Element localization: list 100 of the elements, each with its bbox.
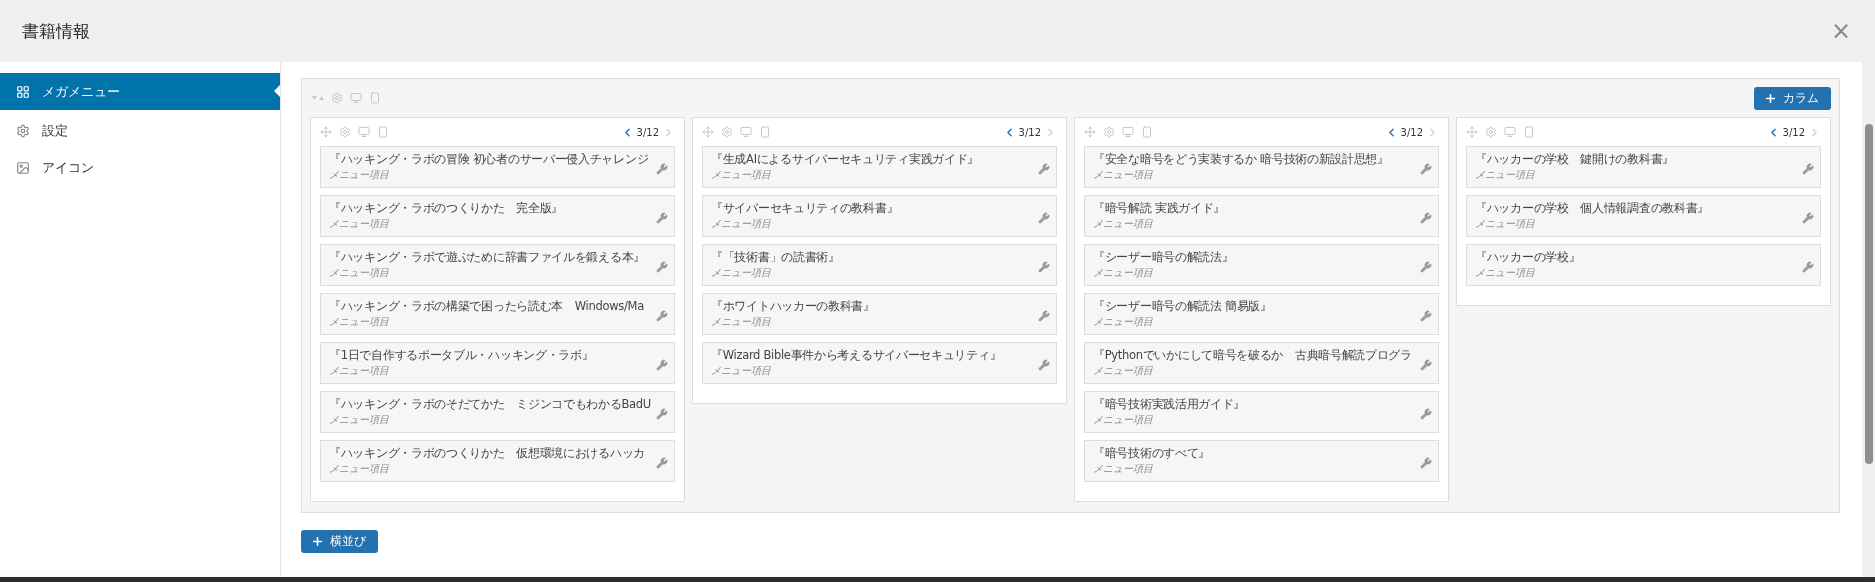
sidebar-item[interactable]: 設定 (0, 112, 280, 149)
settings-icon[interactable] (1485, 126, 1497, 138)
wrench-icon[interactable] (656, 261, 668, 273)
wrench-icon[interactable] (1420, 212, 1432, 224)
mobile-icon[interactable] (759, 126, 771, 138)
desktop-icon[interactable] (740, 126, 752, 138)
menu-item-title: 『ハッカーの学校 個人情報調査の教科書』 (1475, 200, 1709, 217)
menu-item-title: 『ハッキング・ラボで遊ぶために辞書ファイルを鍛える本』 (329, 249, 645, 266)
menu-item[interactable]: 『ハッキング・ラボのつくりかた 仮想環境におけるハッカ メニュー項目 (320, 440, 675, 482)
settings-icon[interactable] (721, 126, 733, 138)
wrench-icon[interactable] (656, 359, 668, 371)
add-row-button[interactable]: 横並び (301, 530, 378, 553)
menu-item[interactable]: 『ハッキング・ラボで遊ぶために辞書ファイルを鍛える本』 メニュー項目 (320, 244, 675, 286)
desktop-icon[interactable] (1504, 126, 1516, 138)
wrench-icon[interactable] (1420, 359, 1432, 371)
desktop-icon[interactable] (1122, 126, 1134, 138)
mobile-icon[interactable] (1141, 126, 1153, 138)
menu-item-title: 『暗号技術のすべて』 (1093, 445, 1210, 462)
plus-icon (1764, 91, 1777, 105)
wrench-icon[interactable] (656, 212, 668, 224)
wrench-icon[interactable] (1420, 310, 1432, 322)
mobile-icon[interactable] (1523, 126, 1535, 138)
menu-item-title: 『ハッキング・ラボのそだてかた ミジンコでもわかるBadU (329, 396, 651, 413)
menu-item[interactable]: 『暗号技術のすべて』 メニュー項目 (1084, 440, 1439, 482)
column-width: 3/12 (1400, 126, 1423, 138)
wrench-icon[interactable] (1038, 310, 1050, 322)
menu-item[interactable]: 『ホワイトハッカーの教科書』 メニュー項目 (702, 293, 1057, 335)
scrollbar-thumb[interactable] (1864, 124, 1873, 464)
settings-icon[interactable] (331, 92, 343, 104)
menu-item-title: 『ハッカーの学校 鍵開けの教科書』 (1475, 151, 1674, 168)
add-column-button[interactable]: カラム (1754, 86, 1831, 110)
menu-item-type: メニュー項目 (711, 266, 772, 280)
wrench-icon[interactable] (656, 408, 668, 420)
desktop-icon[interactable] (350, 92, 362, 104)
menu-item-title: 『暗号技術実践活用ガイド』 (1093, 396, 1246, 413)
column-width: 3/12 (636, 126, 659, 138)
menu-item-type: メニュー項目 (1093, 266, 1154, 280)
mobile-icon[interactable] (369, 92, 381, 104)
plus-icon (311, 535, 324, 548)
menu-item[interactable]: 『生成AIによるサイバーセキュリティ実践ガイド』 メニュー項目 (702, 146, 1057, 188)
menu-item-title: 『ハッキング・ラボの冒険 初心者のサーバー侵入チャレンジ (329, 151, 649, 168)
grid-icon (16, 84, 30, 99)
menu-item[interactable]: 『1日で自作するポータブル・ハッキング・ラボ』 メニュー項目 (320, 342, 675, 384)
wrench-icon[interactable] (1420, 261, 1432, 273)
sidebar-label: メガメニュー (42, 82, 120, 101)
menu-item[interactable]: 『ハッカーの学校』 メニュー項目 (1466, 244, 1821, 286)
menu-item-title: 『生成AIによるサイバーセキュリティ実践ガイド』 (711, 151, 980, 168)
wrench-icon[interactable] (1038, 212, 1050, 224)
move-icon[interactable] (320, 126, 332, 138)
menu-item[interactable]: 『暗号技術実践活用ガイド』 メニュー項目 (1084, 391, 1439, 433)
menu-item[interactable]: 『ハッキング・ラボの冒険 初心者のサーバー侵入チャレンジ メニュー項目 (320, 146, 675, 188)
wrench-icon[interactable] (656, 163, 668, 175)
menu-item-type: メニュー項目 (1093, 413, 1154, 427)
menu-item[interactable]: 『ハッキング・ラボのそだてかた ミジンコでもわかるBadU メニュー項目 (320, 391, 675, 433)
wrench-icon[interactable] (656, 457, 668, 469)
wrench-icon[interactable] (1802, 261, 1814, 273)
sort-icon[interactable] (312, 94, 324, 102)
menu-item-type: メニュー項目 (1093, 217, 1154, 231)
menu-item[interactable]: 『ハッキング・ラボの構築で困ったら読む本 Windows/Ma メニュー項目 (320, 293, 675, 335)
menu-item-type: メニュー項目 (1093, 168, 1154, 182)
wrench-icon[interactable] (1038, 261, 1050, 273)
desktop-icon[interactable] (358, 126, 370, 138)
window-title: 書籍情報 (22, 19, 90, 43)
menu-item-title: 『暗号解読 実践ガイド』 (1093, 200, 1226, 217)
wrench-icon[interactable] (1420, 408, 1432, 420)
wrench-icon[interactable] (1802, 212, 1814, 224)
wrench-icon[interactable] (1038, 359, 1050, 371)
menu-item[interactable]: 『Wizard Bible事件から考えるサイバーセキュリティ』 メニュー項目 (702, 342, 1057, 384)
menu-item[interactable]: 『暗号解読 実践ガイド』 メニュー項目 (1084, 195, 1439, 237)
menu-item-type: メニュー項目 (711, 168, 772, 182)
menu-item[interactable]: 『ハッキング・ラボのつくりかた 完全版』 メニュー項目 (320, 195, 675, 237)
scrollbar[interactable] (1862, 62, 1875, 577)
menu-item-title: 『ハッカーの学校』 (1475, 249, 1581, 266)
move-icon[interactable] (1466, 126, 1478, 138)
menu-item[interactable]: 『シーザー暗号の解読法』 メニュー項目 (1084, 244, 1439, 286)
menu-item-type: メニュー項目 (711, 364, 772, 378)
column-width: 3/12 (1018, 126, 1041, 138)
wrench-icon[interactable] (1802, 163, 1814, 175)
menu-item[interactable]: 『サイバーセキュリティの教科書』 メニュー項目 (702, 195, 1057, 237)
menu-item-type: メニュー項目 (329, 364, 390, 378)
wrench-icon[interactable] (1038, 163, 1050, 175)
wrench-icon[interactable] (1420, 457, 1432, 469)
settings-icon[interactable] (339, 126, 351, 138)
move-icon[interactable] (702, 126, 714, 138)
sidebar-item[interactable]: アイコン (0, 149, 280, 186)
move-icon[interactable] (1084, 126, 1096, 138)
wrench-icon[interactable] (1420, 163, 1432, 175)
menu-item-title: 『ハッキング・ラボのつくりかた 完全版』 (329, 200, 563, 217)
menu-item[interactable]: 『「技術書」の読書術』 メニュー項目 (702, 244, 1057, 286)
menu-item[interactable]: 『シーザー暗号の解読法 簡易版』 メニュー項目 (1084, 293, 1439, 335)
menu-item[interactable]: 『安全な暗号をどう実装するか 暗号技術の新設計思想』 メニュー項目 (1084, 146, 1439, 188)
sidebar-item[interactable]: メガメニュー (0, 73, 280, 110)
menu-item[interactable]: 『ハッカーの学校 鍵開けの教科書』 メニュー項目 (1466, 146, 1821, 188)
mobile-icon[interactable] (377, 126, 389, 138)
menu-item-title: 『「技術書」の読書術』 (711, 249, 840, 266)
menu-item[interactable]: 『Pythonでいかにして暗号を破るか 古典暗号解読プログラ メニュー項目 (1084, 342, 1439, 384)
sidebar-label: 設定 (42, 121, 68, 140)
wrench-icon[interactable] (656, 310, 668, 322)
menu-item[interactable]: 『ハッカーの学校 個人情報調査の教科書』 メニュー項目 (1466, 195, 1821, 237)
settings-icon[interactable] (1103, 126, 1115, 138)
